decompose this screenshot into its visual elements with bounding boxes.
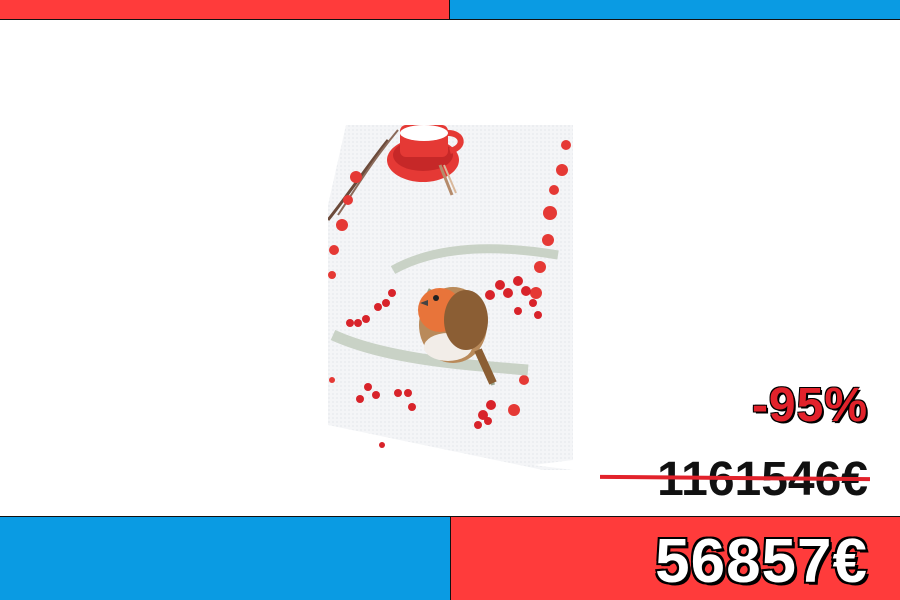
new-price: 56857€ bbox=[655, 527, 868, 596]
product-image[interactable] bbox=[328, 125, 573, 470]
bottom-left-banner bbox=[0, 516, 451, 600]
top-right-banner bbox=[449, 0, 900, 20]
top-left-banner bbox=[0, 0, 449, 20]
discount-badge: -95% bbox=[751, 379, 868, 432]
